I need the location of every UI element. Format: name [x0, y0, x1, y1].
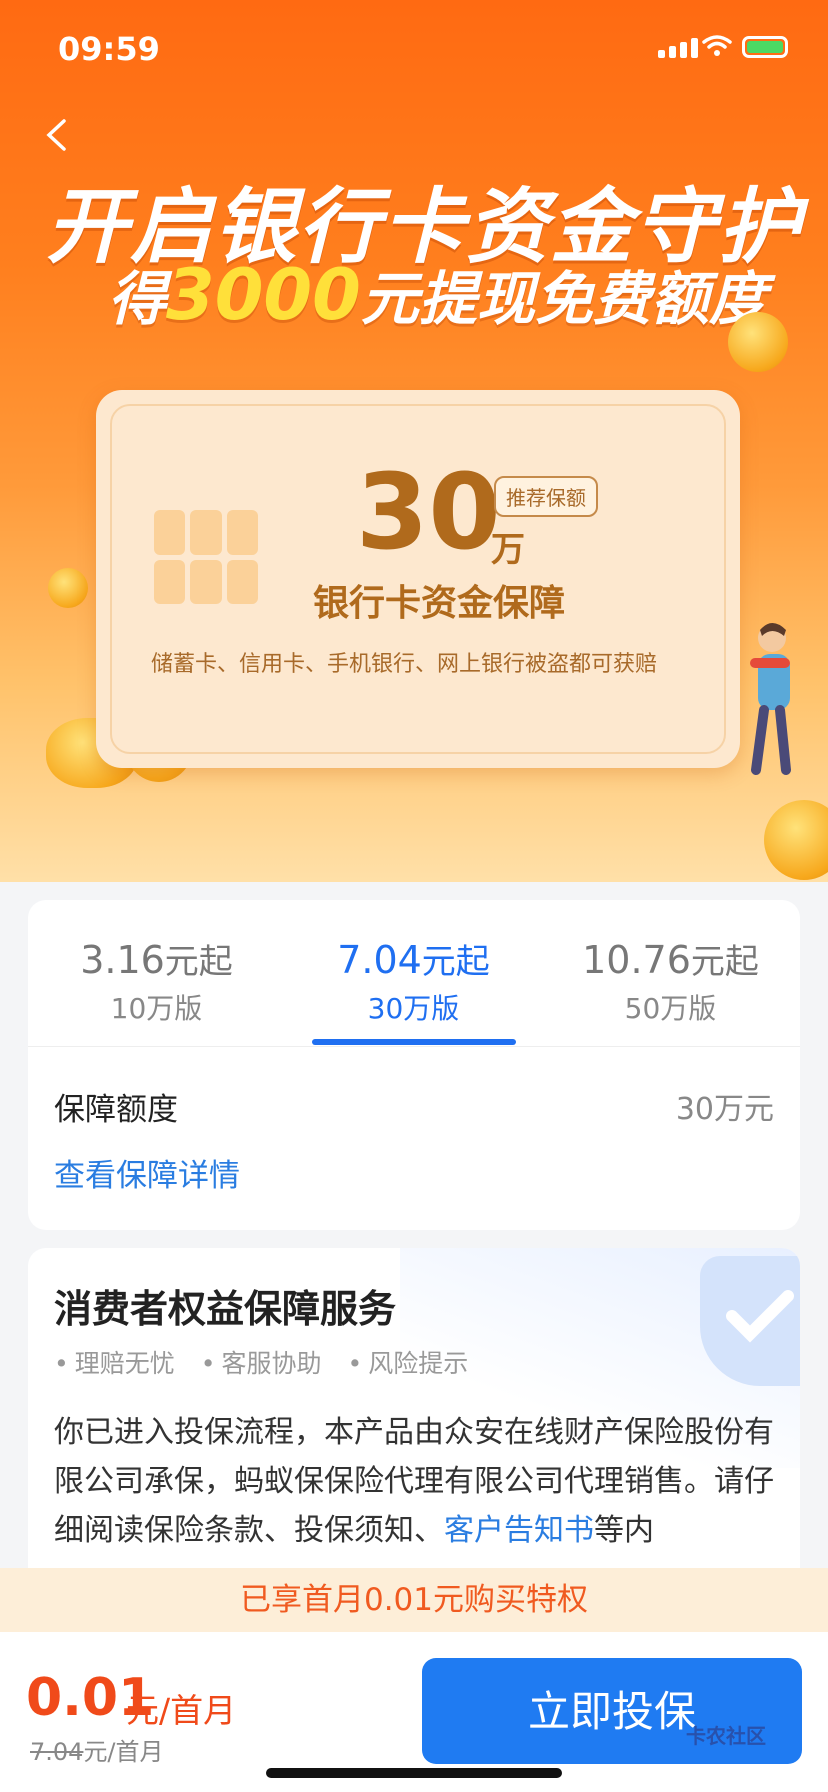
plan-panel: 3.16元起 10万版 7.04元起 30万版 10.76元起 50万版 保障额… — [28, 900, 800, 1230]
consumer-bullets: 理赔无忧 客服协助 风险提示 — [54, 1344, 469, 1380]
customer-notice-link[interactable]: 客户告知书 — [444, 1513, 594, 1548]
plan-tabs: 3.16元起 10万版 7.04元起 30万版 10.76元起 50万版 — [28, 900, 800, 1047]
plan-tab-50w[interactable]: 10.76元起 50万版 — [542, 934, 799, 1027]
consumer-rights-panel: 消费者权益保障服务 理赔无忧 客服协助 风险提示 你已进入投保流程，本产品由众安… — [28, 1248, 800, 1568]
status-bar: 09:59 — [0, 0, 828, 100]
card-subtitle: 储蓄卡、信用卡、手机银行、网上银行被盗都可获赔 — [150, 652, 657, 677]
view-details-link[interactable]: 查看保障详情 — [54, 1150, 240, 1195]
consumer-title: 消费者权益保障服务 — [54, 1287, 397, 1331]
recommended-tag: 推荐保额 — [494, 476, 598, 517]
coin-decoration — [48, 568, 88, 608]
back-arrow-icon[interactable] — [40, 118, 74, 152]
home-indicator[interactable] — [266, 1768, 562, 1778]
shield-check-icon — [700, 1256, 800, 1386]
bullet-item: 客服协助 — [201, 1344, 322, 1380]
coverage-label: 保障额度 — [54, 1092, 178, 1128]
coverage-card: 30 推荐保额 万 银行卡资金保障 储蓄卡、信用卡、手机银行、网上银行被盗都可获… — [96, 390, 740, 768]
promo-banner: 已享首月0.01元购买特权 — [0, 1568, 828, 1632]
coin-decoration — [728, 312, 788, 372]
bullet-item: 风险提示 — [348, 1344, 468, 1380]
coin-decoration — [764, 800, 828, 880]
price-unit: 元/首月 — [126, 1691, 237, 1730]
plan-tab-30w[interactable]: 7.04元起 30万版 — [285, 934, 542, 1027]
plan-tab-10w[interactable]: 3.16元起 10万版 — [28, 934, 285, 1027]
bullet-item: 理赔无忧 — [54, 1344, 175, 1380]
tab-indicator — [312, 1039, 516, 1045]
coverage-amount: 30 — [356, 451, 501, 573]
coverage-value: 30万元 — [675, 1092, 774, 1127]
hero-banner: 09:59 开启银行卡资金守护 得3000元提现免费额度 30 推荐保额 万 银… — [0, 0, 828, 882]
watermark-logo: 卡农社区 — [686, 1724, 766, 1748]
hero-subline: 得3000元提现免费额度 — [108, 254, 767, 336]
signal-icon — [658, 38, 698, 58]
consumer-paragraph: 你已进入投保流程，本产品由众安在线财产保险股份有限公司承保，蚂蚁保保险代理有限公… — [54, 1415, 774, 1548]
card-title: 银行卡资金保障 — [312, 583, 565, 624]
wifi-icon — [702, 35, 732, 56]
coverage-unit: 万 — [491, 530, 525, 570]
status-time: 09:59 — [58, 30, 160, 68]
person-illustration-icon — [750, 623, 791, 775]
original-price: 7.04元/首月 — [30, 1738, 164, 1766]
battery-icon — [742, 36, 788, 58]
